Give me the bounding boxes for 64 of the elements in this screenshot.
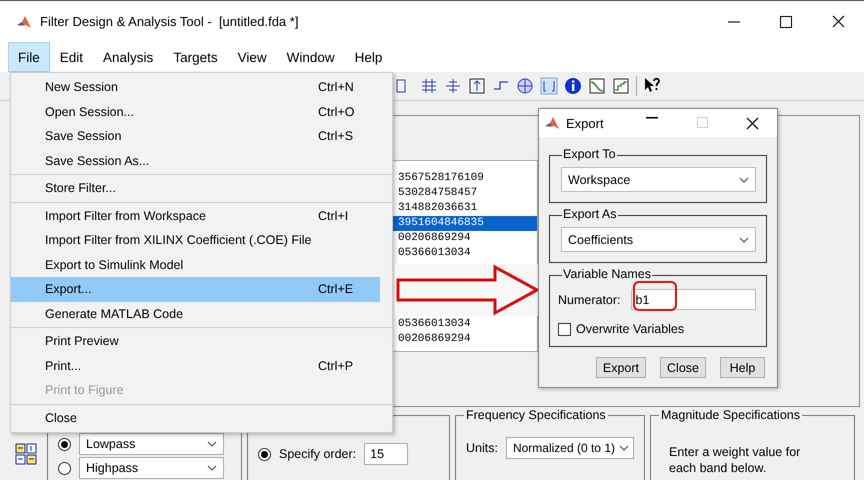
panel-title: Magnitude Specifications <box>659 408 802 422</box>
highlight-outline <box>633 281 677 311</box>
dialog-button[interactable]: Export <box>596 357 646 378</box>
minimize-icon[interactable] <box>728 20 740 22</box>
menu-item[interactable]: Help <box>344 42 392 72</box>
menu-item[interactable]: Analysis <box>93 42 164 72</box>
menu-entry[interactable]: Import Filter from Workspace Ctrl+I <box>11 204 380 228</box>
field-label: Specify order: <box>279 447 356 461</box>
info-icon[interactable] <box>564 77 582 95</box>
numerator-input[interactable]: b1 <box>630 289 756 310</box>
export-to-dropdown[interactable]: Workspace <box>561 167 756 192</box>
menu-item[interactable]: Window <box>276 42 345 72</box>
menu-item[interactable]: View <box>228 42 277 72</box>
menu-entry[interactable]: Open Session... Ctrl+O <box>11 100 380 124</box>
menu-item[interactable]: Edit <box>50 42 94 72</box>
radio-button[interactable] <box>258 448 271 460</box>
dialog-logo-icon <box>544 115 560 131</box>
curve-icon[interactable] <box>588 77 606 95</box>
menu-entry[interactable]: Save Session Ctrl+S <box>11 124 380 148</box>
dialog-button[interactable]: Close <box>660 357 706 378</box>
instruction-text: Enter a weight value for each band below. <box>668 444 802 476</box>
close-icon[interactable] <box>832 15 844 28</box>
menu-entry[interactable]: Print Preview <box>11 329 380 354</box>
cross-icon[interactable] <box>444 77 462 95</box>
group-title: Export As <box>562 207 618 221</box>
field-label: Numerator: <box>558 292 621 306</box>
upload-icon[interactable] <box>468 77 486 95</box>
menu-entry[interactable]: Import Filter from XILINX Coefficient (.COE) File <box>11 228 380 252</box>
maximize-icon <box>696 116 708 128</box>
checkbox[interactable] <box>558 322 571 336</box>
dialog-button[interactable]: Help <box>720 357 765 378</box>
menu-item[interactable]: File <box>8 42 50 72</box>
units-dropdown[interactable]: Normalized (0 to 1) <box>506 437 634 459</box>
order-input[interactable]: 15 <box>364 443 408 465</box>
response-type-dropdown[interactable]: Highpass <box>79 457 224 479</box>
group-title: Variable Names <box>562 267 652 281</box>
export-as-dropdown[interactable]: Coefficients <box>561 227 756 252</box>
menu-entry[interactable]: Close <box>11 406 380 430</box>
dialog-title: Export <box>566 116 604 130</box>
menu-entry[interactable]: Save Session As... <box>11 148 380 173</box>
minimize-icon[interactable] <box>646 116 658 118</box>
close-icon[interactable] <box>746 116 758 130</box>
menu-entry[interactable]: New Session Ctrl+N <box>11 75 380 100</box>
globe-icon[interactable] <box>516 77 534 95</box>
grid-icon[interactable] <box>420 77 438 95</box>
panel-title: Frequency Specifications <box>464 408 608 422</box>
radio-button[interactable] <box>58 438 71 450</box>
menu-entry[interactable]: Generate MATLAB Code <box>11 302 380 326</box>
help-cursor-icon[interactable] <box>643 77 661 95</box>
field-label: Units: <box>466 441 498 455</box>
group-title: Export To <box>562 147 617 161</box>
app-logo-icon <box>16 14 32 30</box>
menu-item[interactable]: Targets <box>163 42 228 72</box>
radio-button[interactable] <box>58 462 71 474</box>
response-type-dropdown[interactable]: Lowpass <box>79 433 224 455</box>
window-title: Filter Design & Analysis Tool - [untitled.fda *] <box>40 14 298 29</box>
checkbox-label: Overwrite Variables <box>576 322 684 336</box>
menu-entry[interactable]: Store Filter... <box>11 176 380 200</box>
menu-entry[interactable]: Export... Ctrl+E <box>11 277 380 302</box>
bracket-icon[interactable] <box>540 77 558 95</box>
maximize-icon[interactable] <box>780 16 792 28</box>
menu-entry[interactable]: Export to Simulink Model <box>11 252 380 277</box>
staircase-icon[interactable] <box>612 77 630 95</box>
menu-entry[interactable]: Print... Ctrl+P <box>11 354 380 378</box>
